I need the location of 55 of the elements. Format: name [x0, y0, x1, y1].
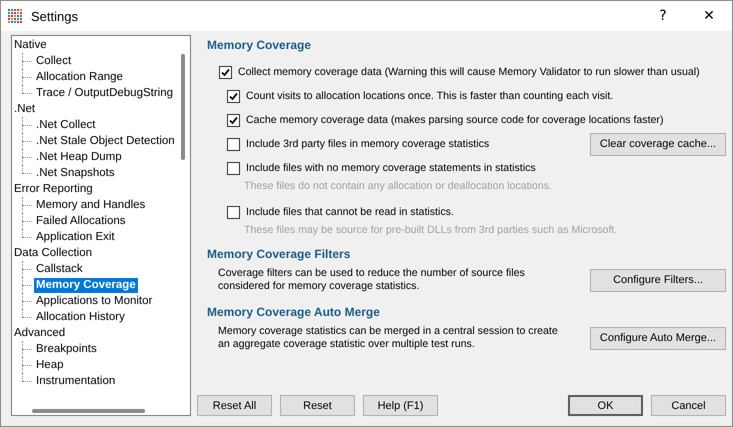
option-label: Include files that cannot be read in statistics.	[246, 206, 454, 218]
tree-item[interactable]: Trace / OutputDebugString	[34, 86, 176, 100]
footer-button[interactable]: Reset	[280, 395, 355, 416]
tree-item[interactable]: .Net Collect	[34, 118, 98, 132]
option-label: Count visits to allocation locations once. This is faster than counting each visit.	[246, 90, 614, 102]
tree-group[interactable]: Data Collection	[14, 247, 92, 259]
hint-text: These files may be source for pre-built DLLs from 3rd parties such as Microsoft.	[243, 224, 618, 238]
grid-icon	[7, 8, 23, 24]
checkbox[interactable]	[227, 90, 240, 102]
configure-button[interactable]: Configure Auto Merge...	[590, 326, 726, 350]
tree-item[interactable]: Allocation History	[34, 310, 127, 324]
tree-item[interactable]: Applications to Monitor	[34, 294, 154, 308]
tree-item[interactable]: .Net Snapshots	[34, 166, 117, 180]
footer-button[interactable]: Cancel	[651, 395, 726, 416]
tree-item[interactable]: Application Exit	[34, 230, 117, 244]
checkbox[interactable]	[227, 114, 240, 126]
tree-item[interactable]: Failed Allocations	[34, 214, 128, 228]
configure-button[interactable]: Configure Filters...	[590, 268, 726, 292]
section-heading: Memory Coverage Filters	[207, 247, 352, 261]
help-button[interactable]: ?	[640, 1, 686, 31]
tree-item[interactable]: Memory Coverage	[34, 278, 138, 292]
option-label: Cache memory coverage data (makes parsing source code for coverage locations faster)	[246, 114, 664, 126]
option-label: Collect memory coverage data (Warning this will cause Memory Validator to run slower than usual)	[238, 66, 700, 78]
tree-item[interactable]: .Net Stale Object Detection	[34, 134, 177, 148]
tree-item[interactable]: Instrumentation	[34, 374, 118, 388]
checkbox[interactable]	[227, 138, 240, 150]
scrollbar-thumb[interactable]	[181, 54, 185, 160]
footer-button[interactable]: Help (F1)	[363, 395, 438, 416]
scrollbar-thumb[interactable]	[32, 409, 145, 413]
description-text: Coverage filters can be used to reduce the number of source files considered for memory coverage statistics.	[218, 267, 526, 293]
footer-button[interactable]: OK	[568, 395, 643, 416]
option-label: Include 3rd party files in memory coverage statistics	[246, 138, 490, 150]
description-text: Memory coverage statistics can be merged in a central session to create an aggregate coverage statistic over multiple test runs.	[218, 325, 559, 351]
checkbox[interactable]	[227, 162, 240, 174]
section-heading: Memory Coverage	[207, 38, 312, 52]
option-label: Include files with no memory coverage statements in statistics	[246, 162, 536, 174]
tree-item[interactable]: Memory and Handles	[34, 198, 148, 212]
tree-group[interactable]: Error Reporting	[14, 183, 93, 195]
tree-item[interactable]: Breakpoints	[34, 342, 99, 356]
clear-cache-button[interactable]: Clear coverage cache...	[590, 132, 726, 156]
tree-group[interactable]: .Net	[14, 103, 36, 115]
tree-item[interactable]: Callstack	[34, 262, 85, 276]
checkbox[interactable]	[219, 66, 232, 78]
section-heading: Memory Coverage Auto Merge	[207, 305, 381, 319]
footer-button[interactable]: Reset All	[197, 395, 272, 416]
tree-item[interactable]: Heap	[34, 358, 66, 372]
tree-group[interactable]: Advanced	[14, 327, 66, 339]
hint-text: These files do not contain any allocation or deallocation locations.	[243, 180, 553, 194]
tree-item[interactable]: Collect	[34, 54, 74, 68]
tree-group[interactable]: Native	[14, 39, 47, 51]
tree-item[interactable]: .Net Heap Dump	[34, 150, 124, 164]
checkbox[interactable]	[227, 206, 240, 218]
close-button[interactable]: ✕	[686, 1, 732, 31]
tree-item[interactable]: Allocation Range	[34, 70, 125, 84]
window-title: Settings	[31, 8, 78, 24]
